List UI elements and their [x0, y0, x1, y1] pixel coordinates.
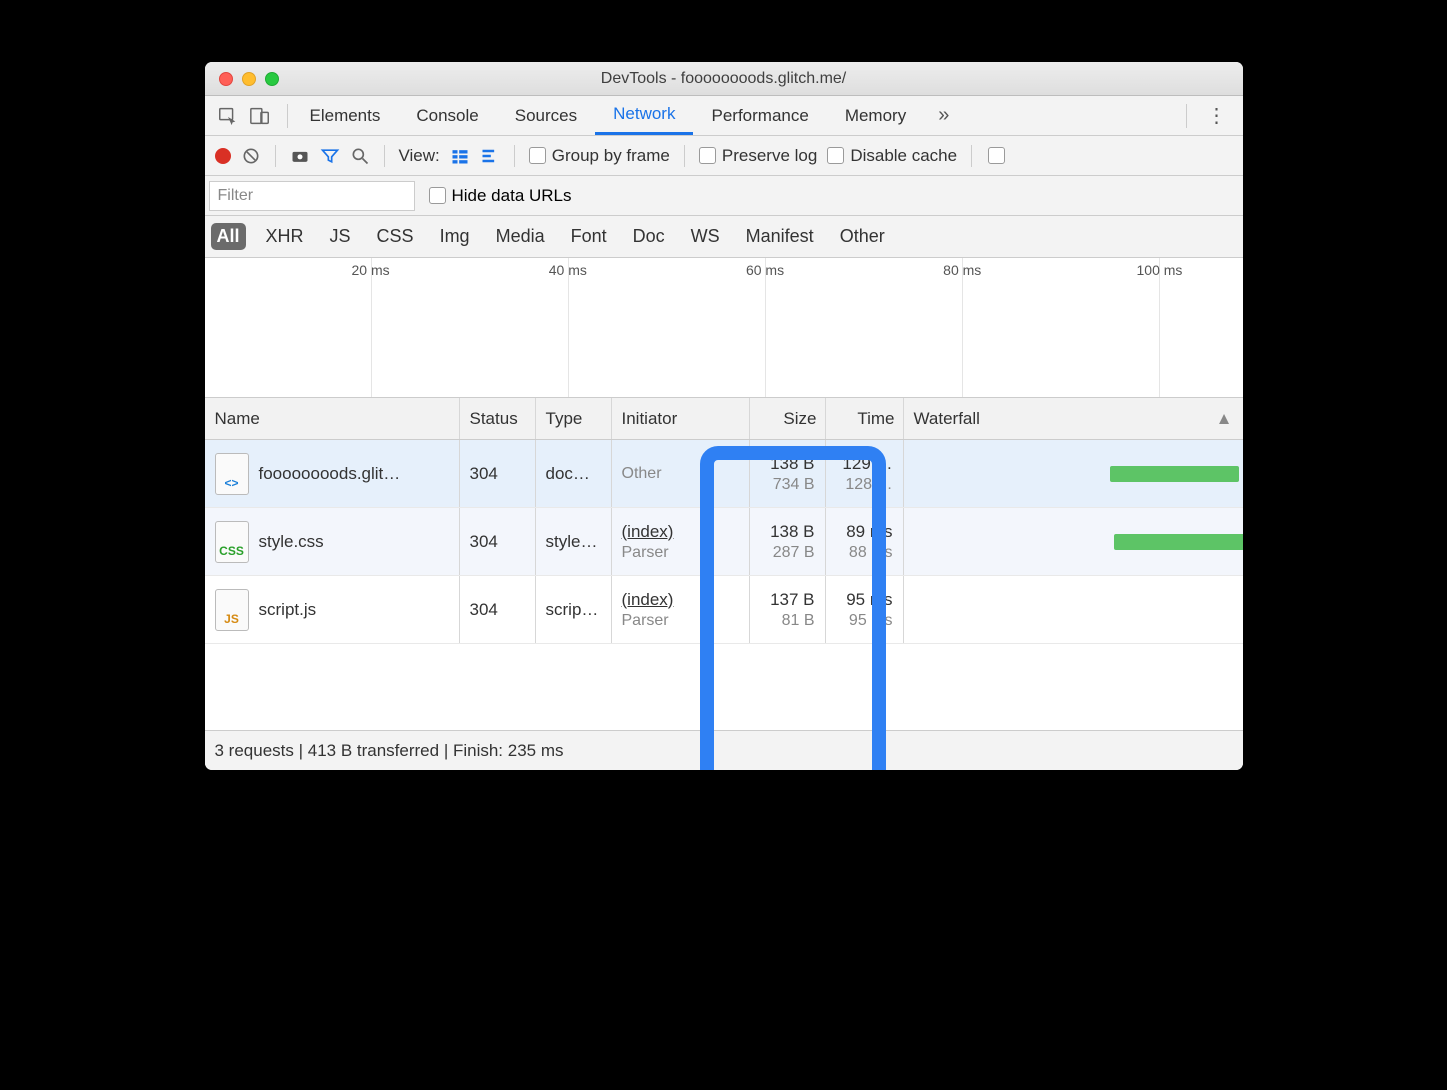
request-status: 304	[470, 464, 498, 484]
toggle-device-toolbar-icon[interactable]	[249, 105, 271, 127]
timeline-tick: 100 ms	[1136, 262, 1182, 278]
type-filter-manifest[interactable]: Manifest	[740, 223, 820, 250]
column-header-size[interactable]: Size	[750, 398, 826, 439]
table-row[interactable]: CSS style.css 304 style… (index)Parser 1…	[205, 508, 1243, 576]
timeline-tick: 60 ms	[746, 262, 784, 278]
filter-icon[interactable]	[320, 146, 340, 166]
request-type: doc…	[546, 464, 590, 484]
group-by-frame-checkbox[interactable]: Group by frame	[529, 146, 670, 166]
request-initiator-link[interactable]: (index)	[622, 590, 674, 610]
tab-sources[interactable]: Sources	[497, 96, 595, 135]
record-button[interactable]	[215, 148, 231, 164]
separator	[684, 145, 685, 167]
tab-elements[interactable]: Elements	[292, 96, 399, 135]
separator	[514, 145, 515, 167]
tab-network[interactable]: Network	[595, 96, 693, 135]
timeline-tick: 40 ms	[549, 262, 587, 278]
filter-row: Hide data URLs	[205, 176, 1243, 216]
network-toolbar: View: Group by frame Preserve log Disabl…	[205, 136, 1243, 176]
tab-performance[interactable]: Performance	[693, 96, 826, 135]
requests-table-body: <> foooooooods.glit… 304 doc… Other 138 …	[205, 440, 1243, 730]
tab-console[interactable]: Console	[398, 96, 496, 135]
waterfall-cell	[904, 508, 1243, 575]
request-name: script.js	[259, 600, 317, 620]
request-type: style…	[546, 532, 598, 552]
type-filter-css[interactable]: CSS	[371, 223, 420, 250]
clear-icon[interactable]	[241, 146, 261, 166]
column-header-initiator[interactable]: Initiator	[612, 398, 750, 439]
column-header-name[interactable]: Name	[205, 398, 460, 439]
request-name: style.css	[259, 532, 324, 552]
file-icon-document: <>	[215, 453, 249, 495]
disable-cache-checkbox[interactable]: Disable cache	[827, 146, 957, 166]
column-header-type[interactable]: Type	[536, 398, 612, 439]
type-filter-media[interactable]: Media	[490, 223, 551, 250]
sort-arrow-icon: ▲	[1216, 409, 1233, 429]
column-header-status[interactable]: Status	[460, 398, 536, 439]
settings-menu-button[interactable]: ⋮	[1191, 96, 1243, 135]
type-filter-other[interactable]: Other	[834, 223, 891, 250]
column-header-waterfall[interactable]: Waterfall ▲	[904, 398, 1243, 439]
waterfall-cell	[904, 576, 1243, 643]
type-filter-doc[interactable]: Doc	[627, 223, 671, 250]
titlebar: DevTools - foooooooods.glitch.me/	[205, 62, 1243, 96]
filter-input[interactable]	[209, 181, 415, 211]
tab-memory[interactable]: Memory	[827, 96, 924, 135]
tabs-overflow-button[interactable]: »	[924, 104, 963, 127]
type-filter-all[interactable]: All	[211, 223, 246, 250]
request-initiator-link[interactable]: (index)	[622, 522, 674, 542]
type-filter-img[interactable]: Img	[434, 223, 476, 250]
hide-data-urls-checkbox[interactable]: Hide data URLs	[429, 186, 572, 206]
view-label: View:	[399, 146, 440, 166]
timeline-overview[interactable]: 20 ms 40 ms 60 ms 80 ms 100 ms	[205, 258, 1243, 398]
table-row[interactable]: JS script.js 304 scrip… (index)Parser 13…	[205, 576, 1243, 644]
waterfall-cell	[904, 440, 1243, 507]
file-icon-js: JS	[215, 589, 249, 631]
type-filter-font[interactable]: Font	[565, 223, 613, 250]
preserve-log-checkbox[interactable]: Preserve log	[699, 146, 817, 166]
separator	[1186, 104, 1187, 128]
inspect-element-icon[interactable]	[217, 105, 239, 127]
timeline-tick: 80 ms	[943, 262, 981, 278]
offline-checkbox[interactable]	[988, 147, 1005, 164]
screenshot-icon[interactable]	[290, 146, 310, 166]
large-rows-icon[interactable]	[450, 146, 470, 166]
search-icon[interactable]	[350, 146, 370, 166]
overview-icon[interactable]	[480, 146, 500, 166]
request-type: scrip…	[546, 600, 599, 620]
status-text: 3 requests | 413 B transferred | Finish:…	[215, 741, 564, 761]
separator	[384, 145, 385, 167]
request-status: 304	[470, 600, 498, 620]
type-filter-xhr[interactable]: XHR	[260, 223, 310, 250]
main-tabs: Elements Console Sources Network Perform…	[205, 96, 1243, 136]
separator	[287, 104, 288, 128]
devtools-window: DevTools - foooooooods.glitch.me/ Elemen…	[205, 62, 1243, 770]
type-filter-row: All XHR JS CSS Img Media Font Doc WS Man…	[205, 216, 1243, 258]
table-row[interactable]: <> foooooooods.glit… 304 doc… Other 138 …	[205, 440, 1243, 508]
timeline-tick: 20 ms	[352, 262, 390, 278]
separator	[971, 145, 972, 167]
request-initiator: Other	[622, 465, 662, 483]
status-footer: 3 requests | 413 B transferred | Finish:…	[205, 730, 1243, 770]
request-name: foooooooods.glit…	[259, 464, 401, 484]
type-filter-js[interactable]: JS	[324, 223, 357, 250]
type-filter-ws[interactable]: WS	[685, 223, 726, 250]
file-icon-css: CSS	[215, 521, 249, 563]
request-status: 304	[470, 532, 498, 552]
window-title: DevTools - foooooooods.glitch.me/	[205, 70, 1243, 88]
requests-table-header: Name Status Type Initiator Size Time Wat…	[205, 398, 1243, 440]
column-header-time[interactable]: Time	[826, 398, 904, 439]
separator	[275, 145, 276, 167]
